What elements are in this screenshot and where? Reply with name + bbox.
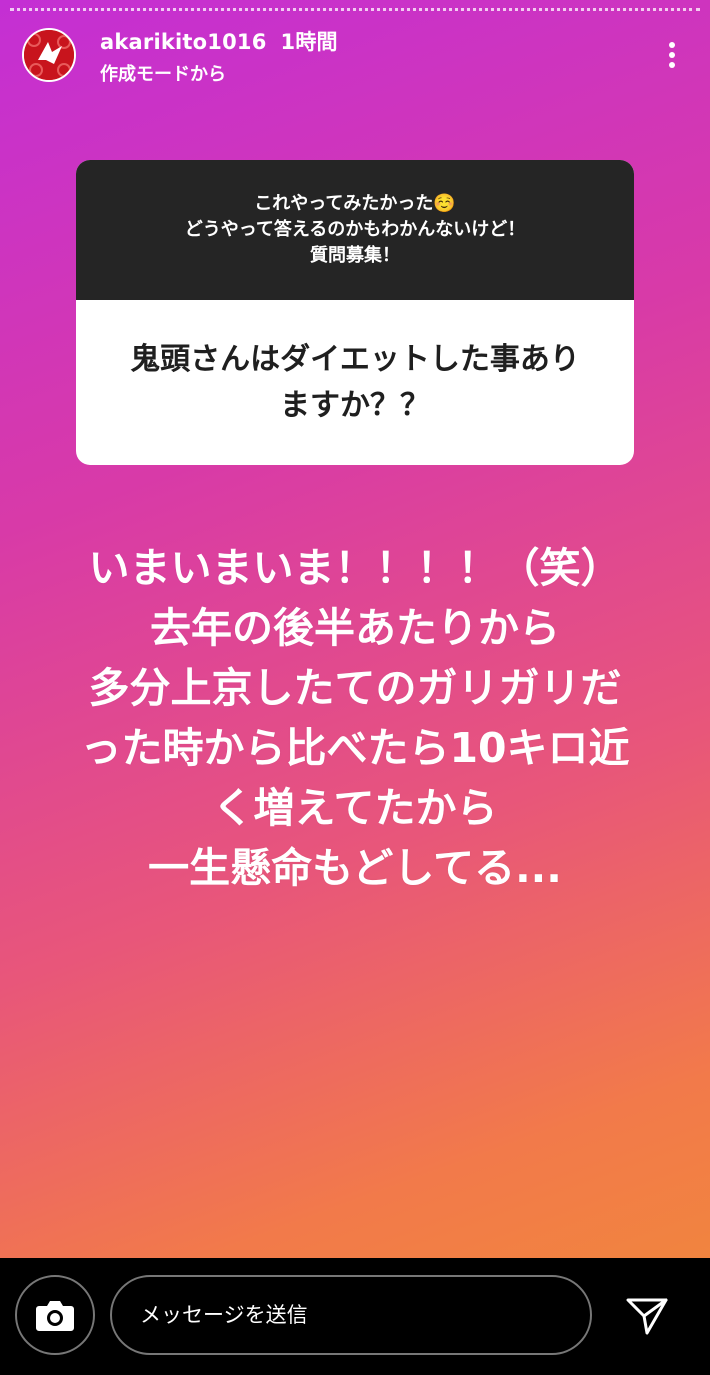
prompt-line: これやってみたかった☺️ [254,193,456,214]
question-text: 鬼頭さんはダイエットした事あり ますか？？ [76,300,634,465]
prompt-line: どうやって答えるのかもわかんないけど！ [184,219,526,240]
answer-line: く増えてたから [212,784,498,832]
camera-icon [36,1301,74,1331]
answer-line: 多分上京したてのガリガリだ [88,664,622,712]
avatar[interactable] [22,28,76,82]
story-canvas[interactable]: akarikito1016 1時間 作成モードから これやってみたかった☺️ どう… [0,0,710,1258]
prompt-line: 質問募集！ [310,245,400,266]
story-subtitle: 作成モードから [100,64,226,85]
username-text[interactable]: akarikito1016 [100,30,267,54]
question-line: ますか？？ [279,387,430,423]
avatar-image [24,30,74,80]
post-time: 1時間 [280,30,338,54]
story-progress-bar [10,8,700,14]
question-sticker: これやってみたかった☺️ どうやって答えるのかもわかんないけど！ 質問募集！ 鬼… [76,160,634,465]
answer-line: 一生懸命もどしてる... [148,844,562,892]
send-icon[interactable] [625,1296,669,1336]
more-vertical-icon[interactable] [664,40,680,70]
question-line: 鬼頭さんはダイエットした事あり [130,341,580,377]
question-prompt: これやってみたかった☺️ どうやって答えるのかもわかんないけど！ 質問募集！ [76,160,634,300]
answer-text: いまいまいま！！！！（笑） 去年の後半あたりから 多分上京したてのガリガリだ っ… [0,538,710,898]
answer-line: 去年の後半あたりから [150,604,560,652]
answer-line: いまいまいま！！！！（笑） [88,544,622,592]
camera-button[interactable] [15,1275,95,1355]
message-input[interactable]: メッセージを送信 [110,1275,592,1355]
answer-line: った時から比べたら10キロ近 [80,724,630,772]
username[interactable]: akarikito1016 1時間 [100,26,338,56]
